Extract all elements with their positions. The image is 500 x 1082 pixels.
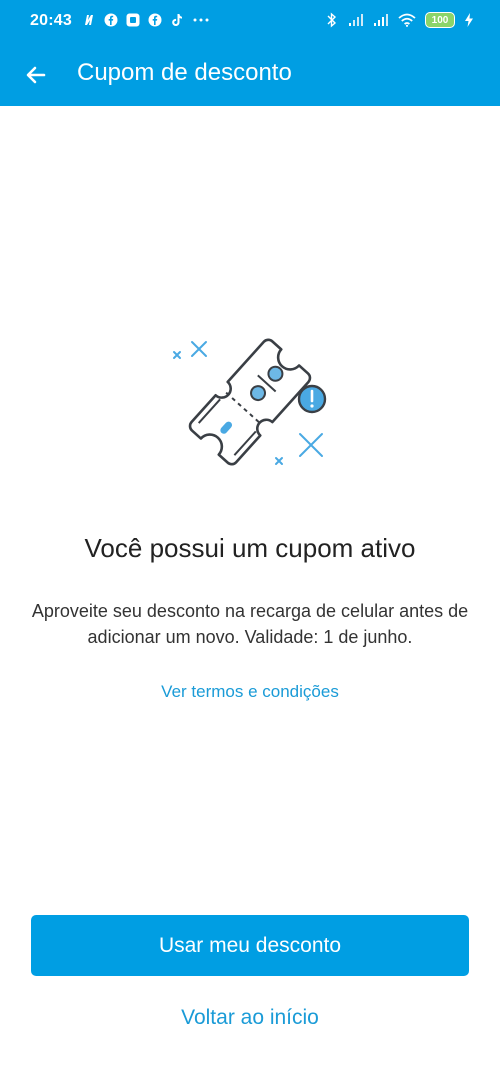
nubank-icon xyxy=(85,15,93,25)
more-dots-icon xyxy=(193,18,209,22)
alert-badge-icon xyxy=(297,384,327,414)
arrow-left-icon xyxy=(26,66,46,84)
active-coupon-heading: Você possui um cupom ativo xyxy=(84,533,416,563)
use-discount-button[interactable]: Usar meu desconto xyxy=(31,915,469,976)
back-to-home-link[interactable]: Voltar ao início xyxy=(0,1006,500,1030)
page-title: Cupom de desconto xyxy=(77,59,292,86)
back-button[interactable] xyxy=(18,57,54,93)
bluetooth-icon xyxy=(327,12,337,28)
app-bar: Cupom de desconto xyxy=(0,44,500,106)
wifi-icon xyxy=(398,13,416,27)
signal-icon xyxy=(374,14,388,26)
facebook-icon xyxy=(104,13,118,27)
battery-icon: 100 xyxy=(425,12,455,28)
charging-icon xyxy=(465,13,473,27)
status-time: 20:43 xyxy=(30,12,72,29)
discount-coupon-icon xyxy=(173,338,327,466)
status-bar: 20:43 100 xyxy=(0,0,500,44)
signal-icon xyxy=(349,14,363,26)
coupon-description: Aproveite seu desconto na recarga de cel… xyxy=(31,601,469,647)
tiktok-icon xyxy=(172,14,182,26)
facebook-icon xyxy=(148,13,162,27)
notification-icons xyxy=(82,13,210,27)
app-icon xyxy=(126,13,140,27)
terms-link[interactable]: Ver termos e condições xyxy=(0,682,500,702)
status-right-icons: 100 xyxy=(325,12,474,28)
